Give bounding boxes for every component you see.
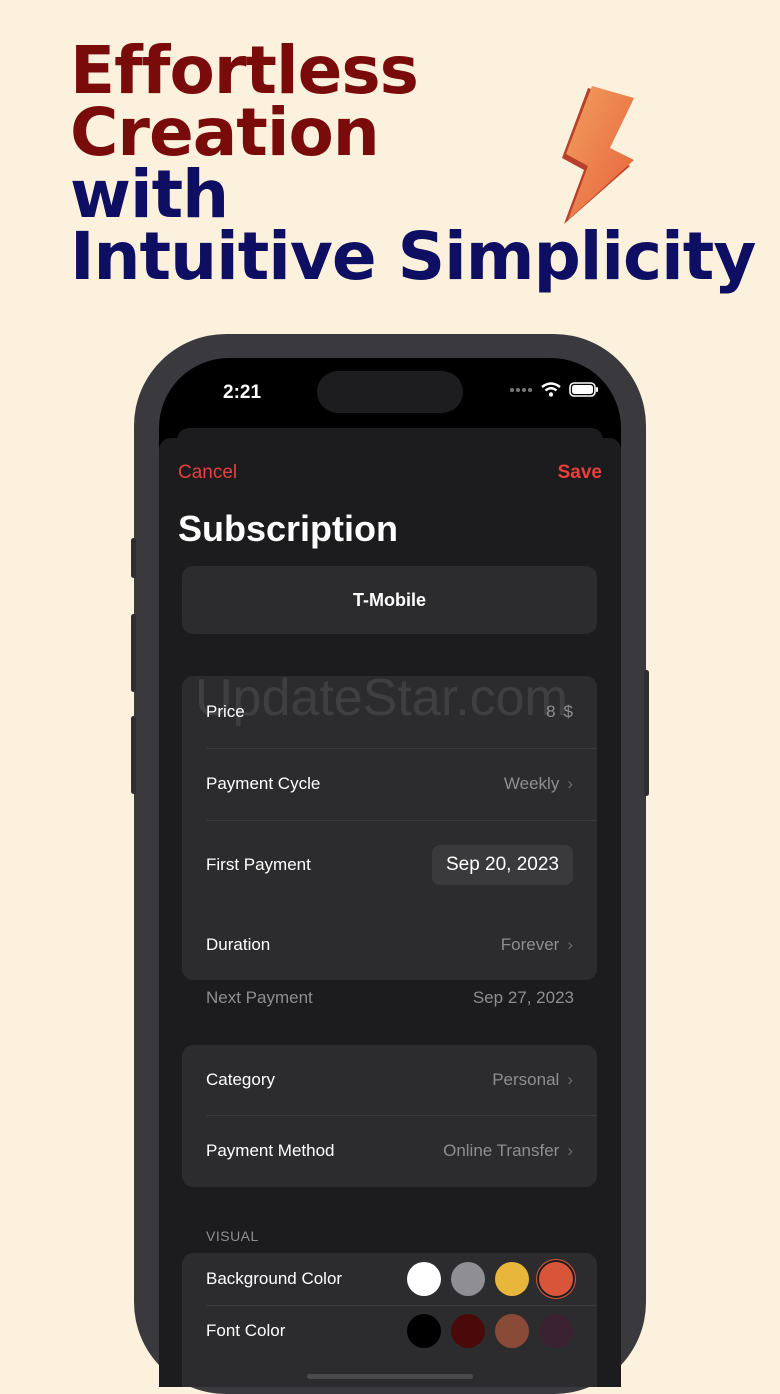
volume-up-button [131, 614, 136, 692]
payment-cycle-value: Weekly [503, 774, 560, 793]
chevron-right-icon: › [567, 774, 573, 793]
font-swatch[interactable] [539, 1314, 573, 1348]
background-swatch[interactable] [407, 1262, 441, 1296]
watermark: UpdateStar.com [195, 669, 568, 727]
chevron-right-icon: › [567, 1141, 573, 1160]
font-swatch[interactable] [451, 1314, 485, 1348]
details-group: Category Personal › Payment Method Onlin… [182, 1045, 597, 1187]
power-button [644, 670, 649, 796]
headline-line-4: Intuitive Simplicity [70, 218, 756, 295]
first-payment-date-picker[interactable]: Sep 20, 2023 [431, 845, 573, 885]
headline-line-3: with [70, 156, 229, 233]
volume-down-button [131, 716, 136, 794]
category-row[interactable]: Category Personal › [182, 1045, 597, 1115]
payment-method-label: Payment Method [206, 1141, 335, 1160]
next-payment-row: Next Payment Sep 27, 2023 [206, 988, 574, 1008]
duration-value-wrap: Forever › [501, 935, 573, 955]
visual-section-header: VISUAL [206, 1228, 259, 1244]
category-label: Category [206, 1070, 275, 1089]
duration-row[interactable]: Duration Forever › [182, 910, 597, 980]
signal-dots-icon [510, 387, 532, 392]
visual-group: Background Color Font Color [182, 1253, 597, 1387]
first-payment-row: First Payment Sep 20, 2023 [182, 820, 597, 910]
duration-value: Forever [500, 935, 560, 954]
save-button[interactable]: Save [558, 462, 602, 484]
first-payment-label: First Payment [206, 855, 311, 874]
font-color-label: Font Color [206, 1321, 286, 1340]
background-swatch[interactable] [451, 1262, 485, 1296]
subscription-sheet: Cancel Save Subscription T-Mobile Price … [159, 438, 621, 1387]
payment-cycle-row[interactable]: Payment Cycle Weekly › [182, 748, 597, 820]
status-icons [509, 382, 599, 397]
font-swatch[interactable] [407, 1314, 441, 1348]
status-time: 2:21 [223, 382, 262, 403]
payment-method-value: Online Transfer [443, 1141, 560, 1160]
payment-method-value-wrap: Online Transfer › [443, 1141, 573, 1161]
chevron-right-icon: › [567, 1070, 573, 1089]
font-swatches [407, 1314, 573, 1348]
payment-method-row[interactable]: Payment Method Online Transfer › [182, 1115, 597, 1187]
payment-cycle-label: Payment Cycle [206, 774, 321, 793]
duration-label: Duration [206, 935, 271, 954]
background-swatches [407, 1262, 573, 1296]
wifi-icon [541, 382, 561, 397]
subscription-name-field[interactable]: T-Mobile [182, 566, 597, 634]
next-payment-label: Next Payment [206, 988, 313, 1007]
dynamic-island [317, 371, 463, 413]
payment-cycle-value-wrap: Weekly › [504, 774, 573, 794]
chevron-right-icon: › [567, 935, 573, 954]
home-indicator [307, 1374, 473, 1379]
background-swatch[interactable] [539, 1262, 573, 1296]
page-title: Subscription [178, 508, 399, 549]
category-value-wrap: Personal › [492, 1070, 573, 1090]
background-color-label: Background Color [206, 1269, 343, 1288]
background-color-row: Background Color [182, 1253, 597, 1305]
category-value: Personal [492, 1070, 560, 1089]
font-color-row: Font Color [182, 1305, 597, 1357]
silent-switch [131, 538, 136, 578]
next-payment-value: Sep 27, 2023 [472, 988, 574, 1007]
headline-line-1: Effortless [70, 32, 419, 109]
headline-line-2: Creation [70, 94, 380, 171]
phone-screen: 2:21 Cancel Save Subscription T-Mobile P… [159, 358, 621, 1387]
headline: Effortless Creation with Intuitive Simpl… [70, 32, 756, 295]
lightning-bolt-icon [562, 86, 634, 224]
background-swatch[interactable] [495, 1262, 529, 1296]
font-swatch[interactable] [495, 1314, 529, 1348]
cancel-button[interactable]: Cancel [178, 462, 237, 484]
battery-icon [569, 382, 598, 397]
